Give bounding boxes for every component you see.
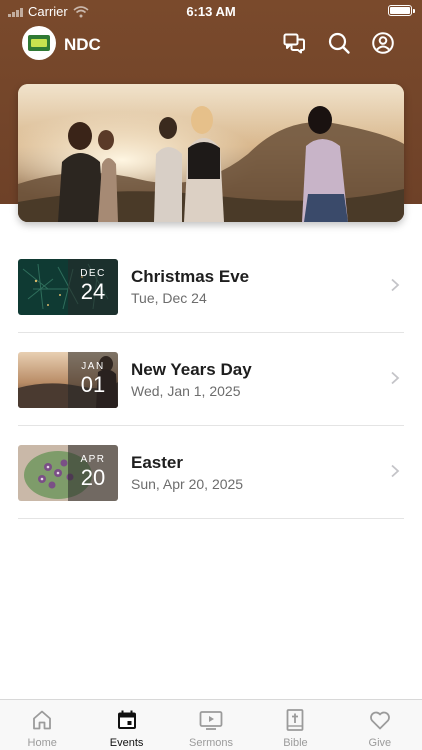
date-badge: JAN 01 [68, 352, 118, 408]
tab-events[interactable]: Events [84, 700, 168, 750]
bottom-tab-bar: Home Events Sermons Bible Give [0, 699, 422, 750]
calendar-icon [115, 708, 139, 732]
app-header: NDC [0, 26, 422, 62]
app-title: NDC [64, 35, 101, 54]
chevron-right-icon [390, 464, 400, 478]
event-title: Christmas Eve [131, 267, 250, 286]
tab-bible[interactable]: Bible [253, 700, 337, 750]
event-row-new-years-day[interactable]: JAN 01 New Years Day Wed, Jan 1, 2025 [18, 333, 404, 426]
event-thumbnail: DEC 24 [18, 259, 118, 315]
event-title: Easter [131, 453, 183, 472]
event-thumbnail: APR 20 [18, 445, 118, 501]
chat-bubbles-icon[interactable] [282, 31, 306, 55]
event-title: New Years Day [131, 360, 252, 379]
event-row-easter[interactable]: APR 20 Easter Sun, Apr 20, 2025 [18, 426, 404, 519]
video-icon [199, 708, 223, 732]
events-list: DEC 24 Christmas Eve Tue, Dec 24 JAN 01 … [18, 240, 404, 519]
date-badge-day: 20 [80, 465, 106, 490]
date-badge: APR 20 [68, 445, 118, 501]
date-badge-month: DEC [80, 268, 106, 279]
tab-label: Home [27, 737, 57, 749]
date-badge-month: JAN [81, 361, 105, 372]
event-date: Tue, Dec 24 [131, 290, 207, 306]
date-badge-day: 01 [80, 372, 106, 397]
chevron-right-icon [390, 371, 400, 385]
battery-icon [388, 5, 415, 16]
chevron-right-icon [390, 278, 400, 292]
tab-label: Events [109, 737, 144, 749]
tab-home[interactable]: Home [0, 700, 84, 750]
hero-banner-image[interactable] [18, 84, 404, 222]
date-badge-day: 24 [80, 279, 106, 304]
event-date: Sun, Apr 20, 2025 [131, 476, 244, 492]
bible-icon [283, 708, 307, 732]
status-time: 6:13 AM [186, 4, 236, 19]
tab-label: Sermons [189, 737, 234, 749]
home-icon [30, 708, 54, 732]
tab-give[interactable]: Give [338, 700, 422, 750]
tab-sermons[interactable]: Sermons [169, 700, 253, 750]
account-icon[interactable] [371, 31, 395, 55]
date-badge: DEC 24 [68, 259, 118, 315]
tab-label: Bible [283, 737, 308, 749]
tab-label: Give [368, 737, 392, 749]
event-thumbnail: JAN 01 [18, 352, 118, 408]
date-badge-month: APR [80, 454, 106, 465]
status-bar: Carrier 6:13 AM [0, 0, 422, 22]
church-logo[interactable] [22, 26, 56, 60]
event-row-christmas-eve[interactable]: DEC 24 Christmas Eve Tue, Dec 24 [18, 240, 404, 333]
search-icon[interactable] [327, 31, 351, 55]
heart-icon [368, 708, 392, 732]
event-date: Wed, Jan 1, 2025 [131, 383, 241, 399]
